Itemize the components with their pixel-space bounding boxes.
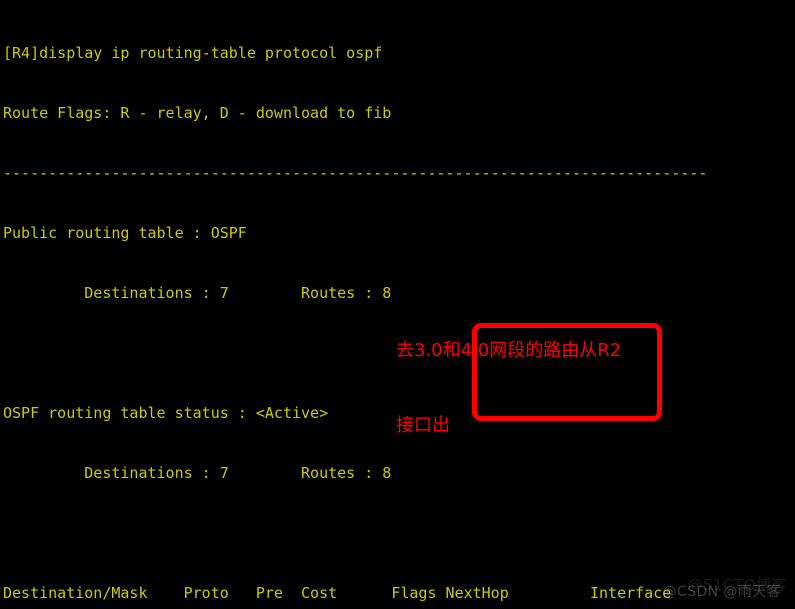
annotation-line-1: 去3.0和4.0网段的路由从R2 <box>396 340 622 361</box>
terminal-line-prompt: [R4]display ip routing-table protocol os… <box>3 44 383 62</box>
terminal-line-public-table: Public routing table : OSPF <box>3 224 247 242</box>
annotation-line-2: 接口出 <box>396 415 450 436</box>
watermark-csdn: @CSDN @雨天客 <box>662 584 781 600</box>
terminal-line-blank-2 <box>3 523 795 543</box>
red-annotation-text: 去3.0和4.0网段的路由从R2 接口出 <box>396 288 621 488</box>
terminal-line-route-flags: Route Flags: R - relay, D - download to … <box>3 104 392 122</box>
terminal-screen: [R4]display ip routing-table protocol os… <box>0 0 795 609</box>
terminal-line-divider: ----------------------------------------… <box>3 164 708 182</box>
